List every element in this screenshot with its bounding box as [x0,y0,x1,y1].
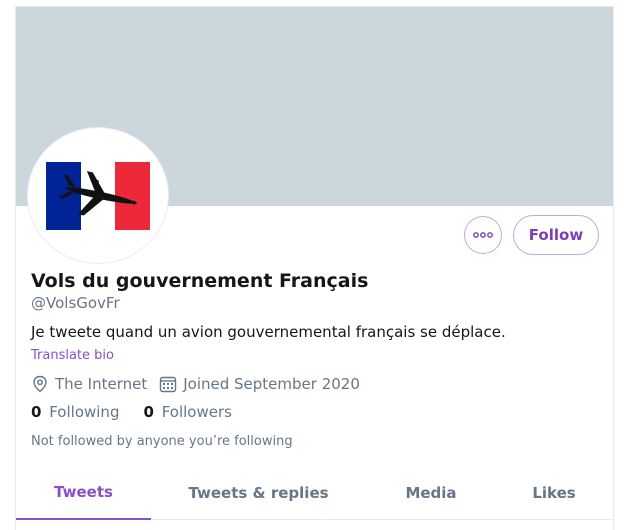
tab-likes[interactable]: Likes [516,466,592,520]
translate-bio-link[interactable]: Translate bio [31,348,114,363]
location-text: The Internet [55,375,148,393]
not-followed-notice: Not followed by anyone you’re following [31,434,293,449]
avatar[interactable] [28,128,168,263]
following-count: 0 [31,403,42,421]
tab-tweets-and-replies[interactable]: Tweets & replies [166,466,351,520]
following-link[interactable]: 0 Following [31,403,119,421]
followers-label: Followers [161,403,232,421]
tab-tweets[interactable]: Tweets [16,466,151,520]
followers-count: 0 [143,403,154,421]
more-horizontal-icon [473,232,493,238]
following-label: Following [49,403,120,421]
profile-bio: Je tweete quand un avion gouvernemental … [31,323,506,341]
location-pin-icon [33,375,47,393]
profile-tabs: Tweets Tweets & replies Media Likes [16,466,613,520]
follow-button[interactable]: Follow [513,215,599,255]
profile-meta: The Internet Joined September 2020 [31,373,372,395]
follow-stats: 0 Following 0 Followers [31,403,256,421]
top-bar [15,0,614,7]
tab-media[interactable]: Media [386,466,476,520]
joined-date: Joined September 2020 [183,375,360,393]
french-flag-plane-image [46,161,150,230]
calendar-icon [160,376,177,393]
location-item: The Internet [31,375,147,393]
joined-item: Joined September 2020 [159,375,360,393]
user-handle: @VolsGovFr [31,294,120,312]
followers-link[interactable]: 0 Followers [143,403,231,421]
display-name: Vols du gouvernement Français [31,270,369,292]
more-options-button[interactable] [464,216,502,254]
